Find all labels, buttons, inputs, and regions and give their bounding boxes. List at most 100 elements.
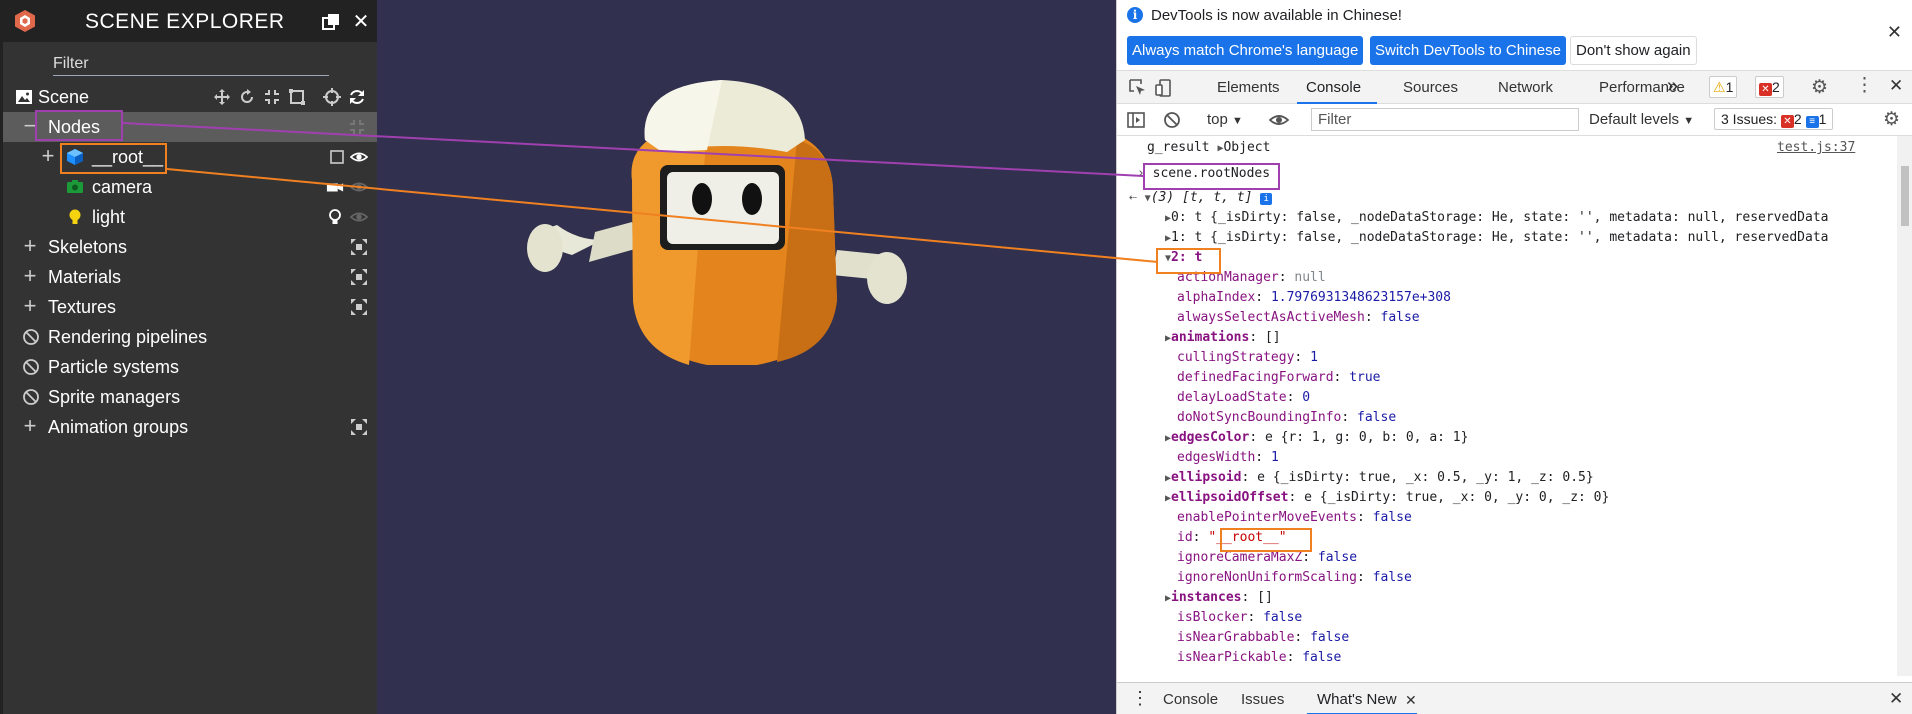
tree-item-materials[interactable]: + Materials — [3, 262, 377, 292]
tab-sources[interactable]: Sources — [1403, 79, 1458, 96]
device-toolbar-icon[interactable] — [1155, 79, 1173, 97]
live-expression-eye-icon[interactable] — [1269, 111, 1289, 129]
render-canvas[interactable] — [377, 0, 1116, 714]
video-camera-icon[interactable] — [326, 178, 344, 196]
tree-item-animation-groups[interactable]: + Animation groups — [3, 412, 377, 442]
property-value: false — [1310, 630, 1350, 645]
popout-icon[interactable] — [321, 12, 341, 32]
light-toggle-icon[interactable] — [326, 208, 344, 226]
drawer-tab-whats-new[interactable]: What's New — [1317, 691, 1397, 708]
kebab-menu-icon[interactable]: ⋮ — [1855, 74, 1874, 97]
console-settings-gear-icon[interactable]: ⚙ — [1883, 108, 1900, 131]
collapse-all-icon[interactable] — [348, 118, 366, 136]
expand-all-icon[interactable] — [350, 268, 368, 286]
drawer-menu-icon[interactable]: ⋮ — [1131, 688, 1149, 709]
tree-item-sprite-managers[interactable]: Sprite managers — [3, 382, 377, 412]
drawer-tab-console[interactable]: Console — [1163, 691, 1218, 708]
issues-counter[interactable]: 3 Issues: ✕ 2 ≡ 1 — [1714, 108, 1834, 130]
tree-item-scene[interactable]: Scene — [3, 82, 377, 112]
bounding-box-toggle-icon[interactable] — [328, 148, 346, 166]
close-icon[interactable]: ✕ — [351, 12, 371, 32]
expand-icon[interactable]: + — [39, 145, 57, 167]
picking-icon[interactable] — [323, 88, 341, 106]
explorer-filter-input[interactable] — [53, 52, 329, 76]
bounding-box-gizmo-icon[interactable] — [288, 88, 306, 106]
errors-badge[interactable]: ✕ 2 — [1755, 76, 1784, 98]
context-selector[interactable]: top ▼ — [1207, 111, 1243, 128]
info-message-icon: ≡ — [1805, 116, 1819, 128]
object-property-row: id: "__root__" — [1177, 530, 1287, 545]
sidebar-toggle-icon[interactable] — [1127, 111, 1145, 129]
eye-icon[interactable] — [350, 178, 368, 196]
inspect-element-icon[interactable] — [1129, 79, 1147, 97]
infobar-buttons: Always match Chrome's language Switch De… — [1117, 32, 1912, 68]
console-filter-input[interactable] — [1311, 108, 1579, 131]
expand-icon[interactable]: + — [21, 415, 39, 437]
tab-network[interactable]: Network — [1498, 79, 1553, 96]
warnings-badge[interactable]: ⚠1 — [1709, 76, 1738, 98]
tree-item-light[interactable]: light — [3, 202, 377, 232]
console-log-line: g_result ▶Object — [1147, 140, 1271, 155]
property-value: [] — [1257, 590, 1273, 605]
tree-item-particle-systems[interactable]: Particle systems — [3, 352, 377, 382]
property-value: e {_isDirty: true, _x: 0.5, _y: 1, _z: 0… — [1257, 470, 1594, 485]
property-key: delayLoadState — [1177, 390, 1287, 405]
object-property-row[interactable]: ▶animations: [] — [1165, 328, 1281, 348]
object-property-row[interactable]: ▶instances: [] — [1165, 588, 1273, 608]
close-devtools-icon[interactable]: ✕ — [1889, 76, 1903, 96]
console-output[interactable]: g_result ▶Object test.js:37 › scene.root… — [1117, 136, 1897, 676]
close-tab-icon[interactable]: ✕ — [1405, 692, 1417, 709]
expand-all-icon[interactable] — [350, 238, 368, 256]
rotate-gizmo-icon[interactable] — [238, 88, 256, 106]
log-levels-dropdown[interactable]: Default levels ▼ — [1589, 111, 1694, 128]
tree-item-skeletons[interactable]: + Skeletons — [3, 232, 377, 262]
scene-explorer-panel: SCENE EXPLORER ✕ Scene − Nodes + __root_… — [0, 0, 377, 714]
object-property-row[interactable]: ▶edgesColor: e {r: 1, g: 0, b: 0, a: 1} — [1165, 428, 1468, 448]
array-item-2[interactable]: ▼2: t — [1165, 248, 1202, 268]
expand-icon[interactable]: + — [21, 235, 39, 257]
clear-console-icon[interactable] — [1163, 111, 1181, 129]
scrollbar-thumb[interactable] — [1901, 166, 1909, 226]
property-key: doNotSyncBoundingInfo — [1177, 410, 1342, 425]
console-scrollbar[interactable] — [1897, 136, 1912, 676]
eye-icon[interactable] — [350, 208, 368, 226]
drawer-tab-issues[interactable]: Issues — [1241, 691, 1284, 708]
array-item-1[interactable]: ▶1: t {_isDirty: false, _nodeDataStorage… — [1165, 228, 1828, 248]
move-gizmo-icon[interactable] — [213, 88, 231, 106]
console-result-line[interactable]: ⇠ ▼(3) [t, t, t] i — [1129, 188, 1273, 208]
object-property-row[interactable]: ▶ellipsoid: e {_isDirty: true, _x: 0.5, … — [1165, 468, 1594, 488]
source-link[interactable]: test.js:37 — [1777, 138, 1855, 158]
tree-item-rendering-pipelines[interactable]: Rendering pipelines — [3, 322, 377, 352]
object-property-row[interactable]: ▶ellipsoidOffset: e {_isDirty: true, _x:… — [1165, 488, 1609, 508]
array-item-0[interactable]: ▶0: t {_isDirty: false, _nodeDataStorage… — [1165, 208, 1828, 228]
close-drawer-icon[interactable]: ✕ — [1889, 689, 1903, 709]
expand-icon[interactable]: + — [21, 265, 39, 287]
tab-elements[interactable]: Elements — [1217, 79, 1280, 96]
object-property-row: enablePointerMoveEvents: false — [1177, 510, 1412, 525]
property-key: cullingStrategy — [1177, 350, 1295, 365]
expand-all-icon[interactable] — [350, 298, 368, 316]
eye-icon[interactable] — [350, 148, 368, 166]
tree-item-label: light — [92, 207, 126, 227]
more-tabs-icon[interactable]: » — [1667, 75, 1678, 98]
tree-item-root[interactable]: + __root__ — [3, 142, 377, 172]
scale-gizmo-icon[interactable] — [263, 88, 281, 106]
tree-item-nodes[interactable]: − Nodes — [3, 112, 377, 142]
switch-to-chinese-button[interactable]: Switch DevTools to Chinese — [1370, 36, 1566, 65]
tree-item-textures[interactable]: + Textures — [3, 292, 377, 322]
expand-all-icon[interactable] — [350, 418, 368, 436]
gear-icon[interactable]: ⚙ — [1811, 76, 1828, 99]
expand-icon[interactable]: + — [21, 295, 39, 317]
tree-item-camera[interactable]: camera — [3, 172, 377, 202]
tab-console[interactable]: Console — [1306, 79, 1361, 96]
devtools-panel: i DevTools is now available in Chinese! … — [1116, 0, 1912, 714]
always-match-language-button[interactable]: Always match Chrome's language — [1127, 36, 1364, 65]
dont-show-again-button[interactable]: Don't show again — [1570, 36, 1697, 65]
collapse-icon[interactable]: − — [21, 115, 39, 137]
refresh-icon[interactable] — [348, 88, 366, 106]
object-property-row: ignoreNonUniformScaling: false — [1177, 570, 1412, 585]
tree-item-label: Textures — [48, 297, 117, 317]
property-key: isNearGrabbable — [1177, 630, 1295, 645]
object-property-row: alwaysSelectAsActiveMesh: false — [1177, 310, 1420, 325]
object-property-row: actionManager: null — [1177, 270, 1326, 285]
